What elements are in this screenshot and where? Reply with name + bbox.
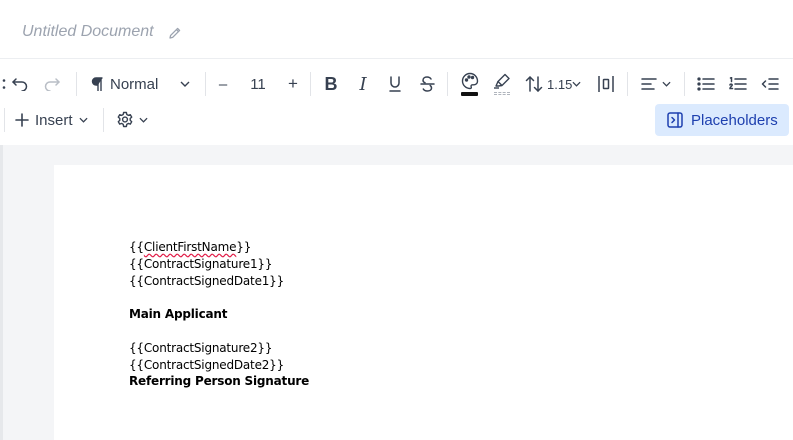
placeholders-button[interactable]: Placeholders	[655, 104, 789, 136]
overflow-dots-icon[interactable]	[0, 74, 8, 94]
chevron-down-icon[interactable]	[178, 76, 192, 92]
chevron-down-icon[interactable]	[570, 76, 582, 92]
line-spacing-icon[interactable]	[525, 74, 543, 94]
chevron-down-icon[interactable]	[77, 112, 89, 128]
underline-icon[interactable]	[386, 74, 404, 94]
column-spacing-icon[interactable]	[596, 74, 616, 94]
document-body[interactable]: {{ClientFirstName}} {{ContractSignature1…	[129, 239, 309, 390]
style-select[interactable]: Normal	[110, 74, 158, 94]
line-height-select[interactable]: 1.15	[547, 74, 572, 94]
chevron-down-icon[interactable]	[137, 112, 149, 128]
strikethrough-icon[interactable]	[418, 74, 436, 94]
document-title[interactable]: Untitled Document	[22, 23, 154, 41]
highlighter-icon[interactable]	[492, 72, 512, 90]
placeholder-client-first-name[interactable]: ClientFirstName	[144, 240, 237, 254]
title-bar: Untitled Document	[0, 0, 793, 58]
editor-canvas: {{ClientFirstName}} {{ContractSignature1…	[0, 145, 793, 440]
document-line-empty[interactable]	[129, 323, 309, 340]
canvas-left-strip	[0, 145, 3, 440]
separator	[310, 72, 311, 96]
document-line-heading[interactable]: Main Applicant	[129, 306, 309, 323]
paragraph-icon	[88, 74, 106, 94]
insert-menu[interactable]: Insert	[35, 110, 73, 130]
document-line[interactable]: {{ClientFirstName}}	[129, 239, 309, 256]
italic-icon[interactable]: I	[354, 74, 372, 95]
gear-icon[interactable]	[115, 110, 135, 130]
text-color-swatch[interactable]	[461, 92, 478, 96]
separator	[76, 72, 77, 96]
separator	[4, 108, 5, 132]
document-line[interactable]: {{ContractSignature2}}	[129, 340, 309, 357]
undo-icon[interactable]	[10, 74, 30, 94]
placeholders-label: Placeholders	[691, 111, 778, 129]
document-line-heading[interactable]: Referring Person Signature	[129, 373, 309, 390]
numbered-list-icon[interactable]	[728, 74, 748, 94]
plus-icon[interactable]	[14, 110, 30, 130]
decrease-font-button[interactable]: –	[214, 74, 232, 94]
pencil-icon[interactable]	[168, 26, 182, 45]
document-line[interactable]: {{ContractSignature1}}	[129, 256, 309, 273]
palette-icon[interactable]	[460, 72, 480, 90]
separator	[103, 108, 104, 132]
document-page[interactable]: {{ClientFirstName}} {{ContractSignature1…	[54, 165, 793, 440]
separator	[205, 72, 206, 96]
document-line[interactable]: {{ContractSignedDate2}}	[129, 357, 309, 374]
separator	[627, 72, 628, 96]
highlight-color-swatch[interactable]	[494, 92, 510, 95]
document-line-empty[interactable]	[129, 289, 309, 306]
redo-icon[interactable]	[42, 74, 62, 94]
bullet-list-icon[interactable]	[696, 74, 716, 94]
sidebar-panel-icon	[667, 112, 683, 128]
document-line[interactable]: {{ContractSignedDate1}}	[129, 273, 309, 290]
align-left-icon[interactable]	[640, 74, 658, 94]
separator	[684, 72, 685, 96]
outdent-icon[interactable]	[760, 74, 780, 94]
increase-font-button[interactable]: +	[284, 74, 302, 94]
separator	[447, 72, 448, 96]
bold-icon[interactable]: B	[322, 74, 340, 94]
chevron-down-icon[interactable]	[660, 76, 672, 92]
font-size-input[interactable]: 11	[244, 74, 272, 94]
